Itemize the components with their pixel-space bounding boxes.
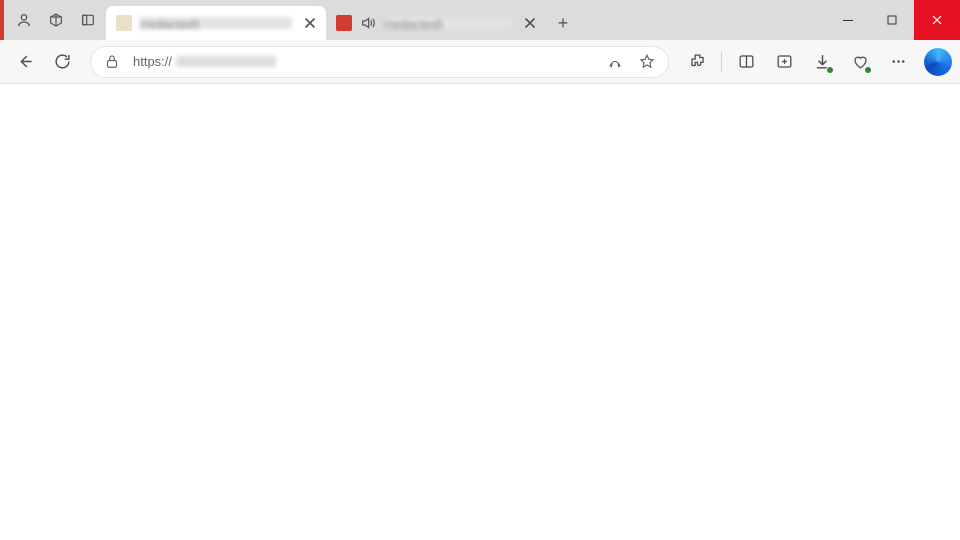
titlebar: (redacted) (redacted) + xyxy=(0,0,960,40)
downloads-button[interactable] xyxy=(806,46,838,78)
more-button[interactable] xyxy=(882,46,914,78)
collections-button[interactable] xyxy=(768,46,800,78)
site-info-icon[interactable] xyxy=(101,51,123,73)
url-scheme: https:// xyxy=(133,54,172,69)
tab-close-icon[interactable] xyxy=(300,13,320,33)
tab-favicon xyxy=(336,15,352,31)
extensions-button[interactable] xyxy=(681,46,713,78)
window-controls xyxy=(826,0,960,40)
tab-close-icon[interactable] xyxy=(520,13,540,33)
maximize-button[interactable] xyxy=(870,0,914,40)
essentials-badge xyxy=(864,66,872,74)
tab-1[interactable]: (redacted) xyxy=(106,6,326,40)
favorite-icon[interactable] xyxy=(636,51,658,73)
tab-audio-icon[interactable] xyxy=(360,15,376,31)
copilot-button[interactable] xyxy=(924,48,952,76)
browser-essentials-button[interactable] xyxy=(844,46,876,78)
workspaces-icon[interactable] xyxy=(46,10,66,30)
tab-title: (redacted) xyxy=(384,17,512,29)
page-content xyxy=(0,84,960,540)
window-accent-strip xyxy=(0,0,4,40)
profile-icon[interactable] xyxy=(14,10,34,30)
tab-title: (redacted) xyxy=(140,17,292,29)
url-text[interactable]: https:// xyxy=(133,54,594,69)
new-tab-button[interactable]: + xyxy=(546,6,580,40)
titlebar-drag-region xyxy=(580,0,826,40)
tab-actions-icon[interactable] xyxy=(78,10,98,30)
address-bar[interactable]: https:// xyxy=(90,46,669,78)
split-screen-button[interactable] xyxy=(730,46,762,78)
minimize-button[interactable] xyxy=(826,0,870,40)
close-window-button[interactable] xyxy=(914,0,960,40)
url-host-redacted xyxy=(176,56,276,67)
refresh-button[interactable] xyxy=(46,46,78,78)
tab-favicon xyxy=(116,15,132,31)
toolbar-separator xyxy=(721,52,722,72)
titlebar-left-controls xyxy=(4,0,106,40)
browser-toolbar: https:// xyxy=(0,40,960,84)
tab-2[interactable]: (redacted) xyxy=(326,6,546,40)
tab-strip: (redacted) (redacted) + xyxy=(106,0,580,40)
back-button[interactable] xyxy=(8,46,40,78)
read-aloud-icon[interactable] xyxy=(604,51,626,73)
downloads-badge xyxy=(826,66,834,74)
